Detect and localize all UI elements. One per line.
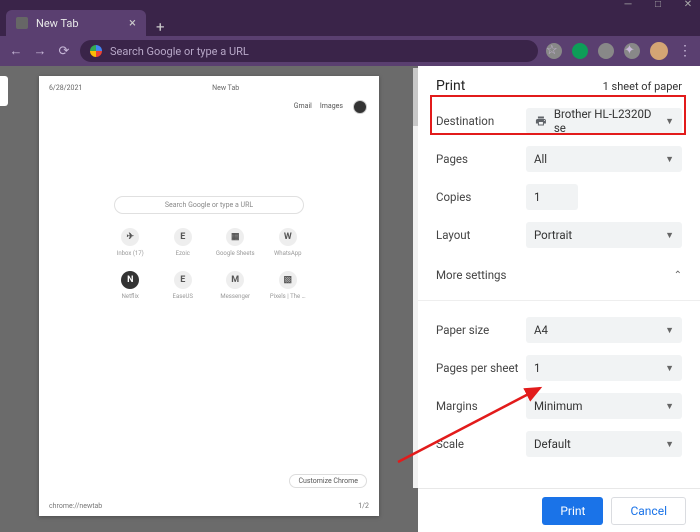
chevron-down-icon: ▼ <box>665 363 674 374</box>
google-icon <box>90 45 102 57</box>
window-maximize[interactable]: □ <box>652 0 664 10</box>
extension-area: ☆ ✦ ⋮ <box>546 42 692 60</box>
preview-shortcut: WWhatsApp <box>266 228 310 257</box>
preview-shortcut: ▧Pixels | The … <box>266 271 310 300</box>
preview-title: New Tab <box>212 84 239 92</box>
destination-label: Destination <box>436 114 526 128</box>
preview-customize-button: Customize Chrome <box>289 474 367 488</box>
address-bar[interactable]: Search Google or type a URL <box>80 40 538 62</box>
scale-select[interactable]: Default ▼ <box>526 431 682 457</box>
preview-shortcut: EEaseUS <box>161 271 205 300</box>
chevron-down-icon: ▼ <box>665 154 674 165</box>
preview-shortcut: EEzoic <box>161 228 205 257</box>
extension-icon[interactable] <box>572 43 588 59</box>
chevron-down-icon: ▼ <box>665 401 674 412</box>
margins-label: Margins <box>436 399 526 413</box>
forward-button[interactable]: → <box>32 43 48 59</box>
preview-images-link: Images <box>320 102 343 110</box>
chevron-down-icon: ▼ <box>665 230 674 241</box>
print-button[interactable]: Print <box>542 497 603 525</box>
omnibox-placeholder: Search Google or type a URL <box>110 45 249 58</box>
preview-footer-url: chrome://newtab <box>49 502 102 510</box>
preview-shortcut: NNetflix <box>108 271 152 300</box>
profile-avatar[interactable] <box>650 42 668 60</box>
preview-gmail-link: Gmail <box>294 102 312 110</box>
tab-title: New Tab <box>36 17 79 30</box>
margins-select[interactable]: Minimum ▼ <box>526 393 682 419</box>
dialog-scrollbar[interactable] <box>413 68 418 488</box>
tab-close-icon[interactable]: × <box>129 16 136 31</box>
preview-side-tab[interactable] <box>0 76 8 106</box>
chevron-up-icon: ⌃ <box>674 270 682 281</box>
preview-page: 6/28/2021 New Tab Gmail Images Search Go… <box>39 76 379 516</box>
divider <box>418 300 700 301</box>
paper-size-label: Paper size <box>436 323 526 337</box>
scrollbar-thumb[interactable] <box>413 68 418 126</box>
preview-shortcuts: ✈Inbox (17) EEzoic ▦Google Sheets WWhatsApp… <box>104 228 314 314</box>
chevron-down-icon: ▼ <box>665 116 674 127</box>
browser-tab[interactable]: New Tab × <box>6 10 146 36</box>
preview-search-box: Search Google or type a URL <box>114 196 304 214</box>
chevron-down-icon: ▼ <box>665 325 674 336</box>
extensions-puzzle-icon[interactable]: ✦ <box>624 43 640 59</box>
window-close[interactable]: ✕ <box>682 0 694 10</box>
extension-icon[interactable] <box>598 43 614 59</box>
window-minimize[interactable]: ─ <box>622 0 634 10</box>
reload-button[interactable]: ⟳ <box>56 44 72 59</box>
chevron-down-icon: ▼ <box>665 439 674 450</box>
more-settings-toggle[interactable]: More settings ⌃ <box>436 254 682 296</box>
tab-favicon <box>16 17 28 29</box>
back-button[interactable]: ← <box>8 43 24 59</box>
cancel-button[interactable]: Cancel <box>611 497 686 525</box>
destination-select[interactable]: Brother HL-L2320D se ▼ <box>526 108 682 134</box>
preview-avatar <box>353 100 367 114</box>
print-preview-pane: 6/28/2021 New Tab Gmail Images Search Go… <box>0 66 418 532</box>
sheet-count: 1 sheet of paper <box>603 80 682 93</box>
layout-label: Layout <box>436 228 526 242</box>
preview-date: 6/28/2021 <box>49 84 82 92</box>
pages-per-sheet-label: Pages per sheet <box>436 361 526 375</box>
preview-shortcut: MMessenger <box>213 271 257 300</box>
printer-icon <box>534 115 548 127</box>
browser-toolbar: ← → ⟳ Search Google or type a URL ☆ ✦ ⋮ <box>0 36 700 66</box>
chrome-menu-icon[interactable]: ⋮ <box>678 43 692 59</box>
paper-size-select[interactable]: A4 ▼ <box>526 317 682 343</box>
pages-select[interactable]: All ▼ <box>526 146 682 172</box>
layout-select[interactable]: Portrait ▼ <box>526 222 682 248</box>
preview-shortcut: ✈Inbox (17) <box>108 228 152 257</box>
print-dialog: Print 1 sheet of paper Destination Broth… <box>418 66 700 532</box>
copies-label: Copies <box>436 190 526 204</box>
preview-shortcut: ▦Google Sheets <box>213 228 257 257</box>
new-tab-button[interactable]: + <box>146 18 175 36</box>
bookmark-star-icon[interactable]: ☆ <box>546 43 562 59</box>
scale-label: Scale <box>436 437 526 451</box>
window-titlebar: ─ □ ✕ <box>0 0 700 8</box>
pages-label: Pages <box>436 152 526 166</box>
print-dialog-title: Print <box>436 78 465 94</box>
preview-footer-page: 1/2 <box>358 502 369 510</box>
pages-per-sheet-select[interactable]: 1 ▼ <box>526 355 682 381</box>
tab-strip: New Tab × + <box>0 8 700 36</box>
content-area: 6/28/2021 New Tab Gmail Images Search Go… <box>0 66 700 532</box>
copies-input[interactable]: 1 <box>526 184 578 210</box>
